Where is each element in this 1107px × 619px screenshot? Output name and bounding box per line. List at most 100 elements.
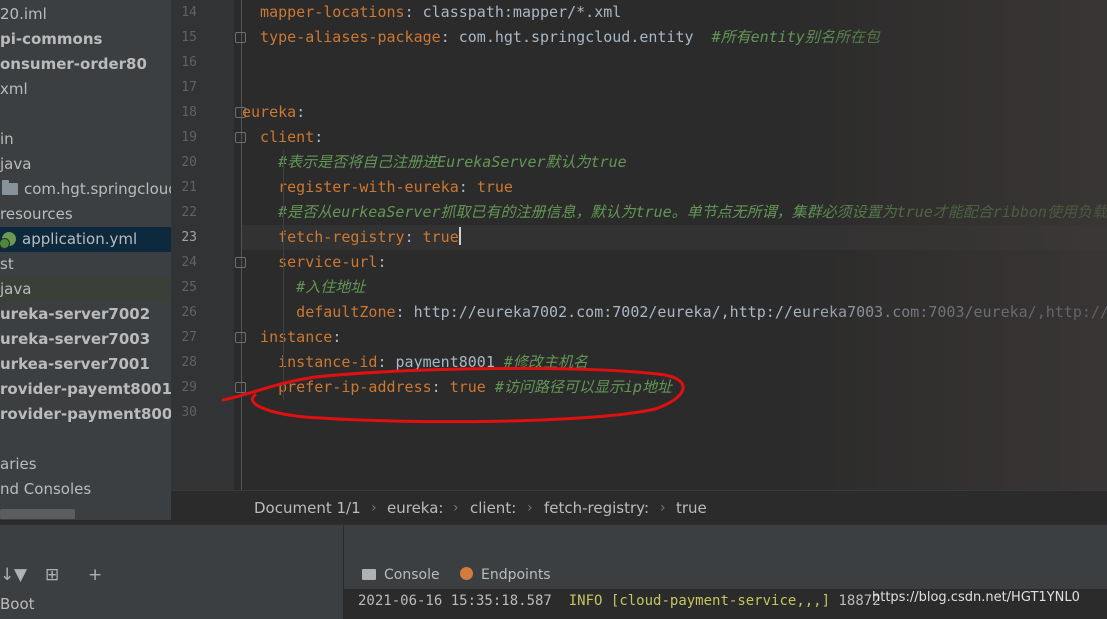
tree-scrollbar[interactable] (0, 509, 75, 519)
tree-item[interactable]: in (0, 127, 171, 152)
text-caret (458, 227, 461, 245)
filter-icon[interactable]: ▼ (14, 565, 27, 585)
tab-console[interactable]: Console (362, 563, 440, 587)
tree-item-label: java (0, 280, 32, 298)
code-line[interactable]: mapper-locations: classpath:mapper/*.xml (242, 0, 1107, 25)
tree-item[interactable] (0, 427, 171, 452)
tree-item[interactable] (0, 102, 171, 127)
tree-toggle-icon[interactable]: ↓ (0, 565, 14, 585)
code-comment: #访问路径可以显示ip地址 (485, 378, 672, 396)
code-line[interactable]: #入住地址 (242, 275, 1107, 300)
tree-item[interactable]: ureka-server7002 (0, 302, 171, 327)
services-panel: ↓ ▼ ⊞ + Boot (0, 525, 344, 619)
code-key: prefer-ip-address (242, 378, 432, 396)
code-editor[interactable]: mapper-locations: classpath:mapper/*.xml… (242, 0, 1107, 490)
breadcrumb-item-fetch-registry[interactable]: fetch-registry: (544, 491, 649, 525)
line-number: 20 (181, 155, 197, 170)
line-number: 25 (181, 280, 197, 295)
code-line[interactable]: instance-id: payment8001 #修改主机名 (242, 350, 1107, 375)
tree-item[interactable]: resources (0, 202, 171, 227)
chevron-right-icon: › (371, 500, 377, 516)
tree-item[interactable]: com.hgt.springcloud (0, 177, 171, 202)
tree-item[interactable]: rovider-payemt8001 (0, 377, 171, 402)
tree-item-label: rovider-payemt8001 (0, 380, 171, 398)
tree-item[interactable]: java (0, 277, 171, 302)
tree-item[interactable]: pi-commons (0, 27, 171, 52)
code-line[interactable] (242, 400, 1107, 425)
tree-item[interactable]: onsumer-order80 (0, 52, 171, 77)
code-value: : http://eureka7002.com:7002/eureka/,htt… (395, 303, 1107, 321)
tree-item-label: ureka-server7002 (0, 305, 151, 323)
code-value: : (332, 328, 342, 346)
tree-item[interactable]: st (0, 252, 171, 277)
code-comment: #表示是否将自己注册进EurekaServer默认为true (242, 153, 627, 171)
code-line[interactable]: client: (242, 125, 1107, 150)
endpoints-icon (460, 567, 473, 580)
tree-item[interactable]: java (0, 152, 171, 177)
code-line[interactable]: fetch-registry: true (242, 225, 1107, 250)
line-number: 22 (181, 205, 197, 220)
code-line[interactable]: #表示是否将自己注册进EurekaServer默认为true (242, 150, 1107, 175)
tree-item[interactable]: urkea-server7001 (0, 352, 171, 377)
tree-item-label: xml (0, 80, 28, 98)
tree-item-label: in (0, 130, 14, 148)
line-number: 18 (181, 105, 197, 120)
add-service-icon[interactable]: + (88, 565, 102, 585)
code-line[interactable]: prefer-ip-address: true #访问路径可以显示ip地址 (242, 375, 1107, 400)
code-key: true (476, 178, 513, 196)
code-line[interactable] (242, 50, 1107, 75)
chevron-right-icon: › (453, 500, 459, 516)
line-number: 29 (181, 380, 197, 395)
code-line[interactable]: type-aliases-package: com.hgt.springclou… (242, 25, 1107, 50)
code-line[interactable]: defaultZone: http://eureka7002.com:7002/… (242, 300, 1107, 325)
tree-item-label: urkea-server7001 (0, 355, 150, 373)
code-line[interactable] (242, 75, 1107, 100)
code-line[interactable]: service-url: (242, 250, 1107, 275)
indent-guide (283, 150, 285, 400)
code-comment: #入住地址 (242, 278, 366, 296)
tree-item-label: aries (0, 455, 37, 473)
code-line[interactable]: register-with-eureka: true (242, 175, 1107, 200)
tree-item[interactable]: xml (0, 77, 171, 102)
code-line[interactable]: eureka: (242, 100, 1107, 125)
tree-item[interactable]: 20.iml (0, 2, 171, 27)
tree-item[interactable]: ureka-server7003 (0, 327, 171, 352)
line-number: 27 (181, 330, 197, 345)
code-line[interactable]: instance: (242, 325, 1107, 350)
project-tree: 20.iml pi-commons onsumer-order80 xml in java… (0, 0, 171, 520)
breadcrumb-item-eureka[interactable]: eureka: (387, 491, 443, 525)
code-key: true (449, 378, 486, 396)
line-number: 14 (181, 5, 197, 20)
line-number: 26 (181, 305, 197, 320)
line-number: 16 (181, 55, 197, 70)
line-number: 28 (181, 355, 197, 370)
console-icon (362, 569, 376, 580)
code-value: : payment8001 (377, 353, 504, 371)
tree-item-label: pi-commons (0, 30, 103, 48)
code-comment: #修改主机名 (503, 353, 588, 371)
line-number: 19 (181, 130, 197, 145)
code-key: instance (242, 328, 333, 346)
tab-endpoints[interactable]: Endpoints (460, 563, 551, 587)
code-value: : com.hgt.springcloud.entity (440, 28, 712, 46)
add-group-icon[interactable]: ⊞ (45, 565, 59, 585)
breadcrumb-item-client[interactable]: client: (470, 491, 516, 525)
code-key: defaultZone (242, 303, 396, 321)
watermark-text: https://blog.csdn.net/HGT1YNL0 (872, 590, 1080, 605)
code-key: type-aliases-package (242, 28, 441, 46)
code-key: register-with-eureka (242, 178, 459, 196)
chevron-right-icon: › (660, 500, 666, 516)
tree-item[interactable]: application.yml (0, 227, 171, 252)
tree-item[interactable]: aries (0, 452, 171, 477)
tree-item-label: onsumer-order80 (0, 55, 147, 73)
spring-boot-node[interactable]: Boot (0, 595, 35, 613)
breadcrumb-item-value[interactable]: true (676, 491, 707, 525)
tree-item[interactable]: rovider-payment8002 (0, 402, 171, 427)
code-line[interactable]: #是否从eurkeaServer抓取已有的注册信息，默认为true。单节点无所谓… (242, 200, 1107, 225)
tree-item-label: st (0, 255, 14, 273)
code-key: fetch-registry (242, 228, 405, 246)
tree-item[interactable]: nd Consoles (0, 477, 171, 502)
code-value: : (431, 378, 450, 396)
code-key: instance-id (242, 353, 378, 371)
breadcrumb-document: Document 1/1 (254, 499, 361, 517)
